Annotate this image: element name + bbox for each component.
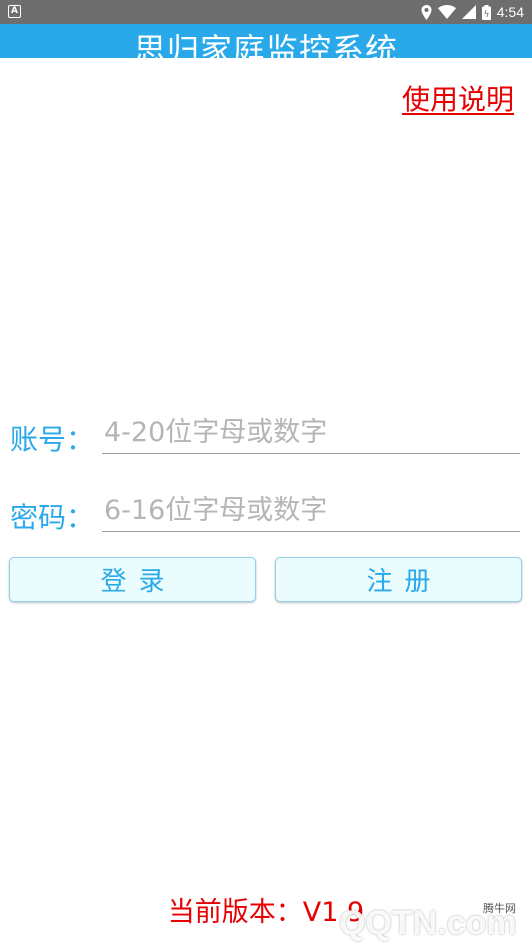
status-icons: ϟ 4:54 [421, 0, 524, 24]
location-icon [421, 4, 432, 20]
wifi-icon [437, 5, 456, 19]
status-bar: A ϟ 4:54 [0, 0, 532, 24]
app-title: 思归家庭监控系统 [133, 31, 398, 58]
password-row: 密码： [10, 490, 520, 538]
site-watermark: 腾牛网 QQTN.com [339, 900, 524, 942]
status-time: 4:54 [496, 4, 524, 20]
account-label: 账号： [10, 423, 95, 456]
password-label: 密码： [10, 501, 95, 534]
notification-icon: A [8, 5, 21, 18]
account-row: 账号： [10, 412, 520, 460]
signal-icon [461, 5, 476, 19]
password-input[interactable] [102, 490, 520, 532]
battery-icon: ϟ [481, 4, 491, 20]
svg-text:ϟ: ϟ [483, 10, 489, 20]
register-button[interactable]: 注册 [275, 557, 522, 602]
account-input[interactable] [102, 412, 520, 454]
watermark-logo: QQTN.com [339, 904, 517, 942]
help-link[interactable]: 使用说明 [402, 78, 514, 118]
login-button[interactable]: 登录 [9, 557, 256, 602]
app-title-bar: 思归家庭监控系统 [0, 24, 532, 58]
